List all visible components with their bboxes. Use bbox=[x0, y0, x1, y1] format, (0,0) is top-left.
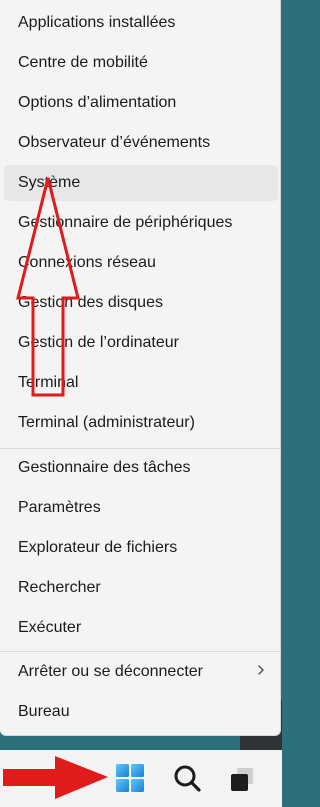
menu-item-terminal-admin[interactable]: Terminal (administrateur) bbox=[4, 405, 278, 441]
menu-item-mobility-center[interactable]: Centre de mobilité bbox=[4, 45, 278, 81]
windows-start-icon[interactable] bbox=[113, 761, 147, 795]
menu-item-terminal[interactable]: Terminal bbox=[4, 365, 278, 401]
taskbar bbox=[0, 750, 282, 807]
menu-item-disk-management[interactable]: Gestion des disques bbox=[4, 285, 278, 321]
menu-item-task-manager[interactable]: Gestionnaire des tâches bbox=[4, 450, 278, 486]
menu-item-file-explorer[interactable]: Explorateur de fichiers bbox=[4, 530, 278, 566]
menu-item-run[interactable]: Exécuter bbox=[4, 610, 278, 646]
menu-item-settings[interactable]: Paramètres bbox=[4, 490, 278, 526]
menu-item-system[interactable]: Système bbox=[4, 165, 278, 201]
menu-item-label: Arrêter ou se déconnecter bbox=[18, 663, 203, 680]
task-view-icon[interactable] bbox=[225, 762, 259, 796]
quick-link-menu: Applications installées Centre de mobili… bbox=[0, 0, 281, 736]
menu-item-search[interactable]: Rechercher bbox=[4, 570, 278, 606]
menu-item-desktop[interactable]: Bureau bbox=[4, 694, 278, 730]
menu-separator bbox=[0, 448, 281, 449]
menu-item-computer-management[interactable]: Gestion de l’ordinateur bbox=[4, 325, 278, 361]
menu-separator bbox=[0, 651, 281, 652]
menu-item-device-manager[interactable]: Gestionnaire de périphériques bbox=[4, 205, 278, 241]
menu-item-shutdown-signout[interactable]: Arrêter ou se déconnecter bbox=[4, 654, 278, 690]
chevron-right-icon bbox=[258, 665, 264, 675]
search-icon[interactable] bbox=[170, 761, 204, 795]
menu-item-event-viewer[interactable]: Observateur d’événements bbox=[4, 125, 278, 161]
menu-item-network-connections[interactable]: Connexions réseau bbox=[4, 245, 278, 281]
menu-item-power-options[interactable]: Options d’alimentation bbox=[4, 85, 278, 121]
menu-item-installed-apps[interactable]: Applications installées bbox=[4, 5, 278, 41]
